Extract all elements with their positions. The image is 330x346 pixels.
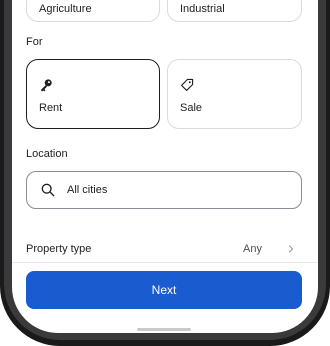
search-icon	[41, 183, 55, 197]
location-section-title: Location	[26, 148, 68, 160]
tag-icon	[181, 78, 194, 91]
for-option-label: Rent	[39, 102, 63, 114]
location-search-value: All cities	[67, 184, 108, 196]
device-screenshot: Agriculture Industrial For Rent Sale Loc…	[0, 0, 330, 346]
property-type-value: Any	[243, 243, 262, 255]
for-option-label: Sale	[180, 102, 203, 114]
key-icon	[40, 79, 52, 92]
home-indicator	[137, 328, 191, 331]
next-button[interactable]: Next	[26, 271, 302, 309]
for-option-rent[interactable]: Rent	[26, 59, 160, 129]
category-card-agriculture[interactable]: Agriculture	[26, 0, 160, 22]
location-search-input[interactable]: All cities	[26, 171, 302, 209]
for-option-sale[interactable]: Sale	[167, 59, 302, 129]
for-section-title: For	[26, 36, 43, 48]
category-card-industrial[interactable]: Industrial	[167, 0, 302, 22]
property-type-row[interactable]: Property type Any	[26, 236, 302, 262]
property-type-label: Property type	[26, 243, 92, 255]
category-card-label: Industrial	[180, 3, 225, 15]
app-screen: Agriculture Industrial For Rent Sale Loc…	[12, 0, 318, 333]
category-card-label: Agriculture	[39, 3, 92, 15]
chevron-right-icon	[288, 245, 294, 253]
footer-divider	[12, 262, 318, 263]
